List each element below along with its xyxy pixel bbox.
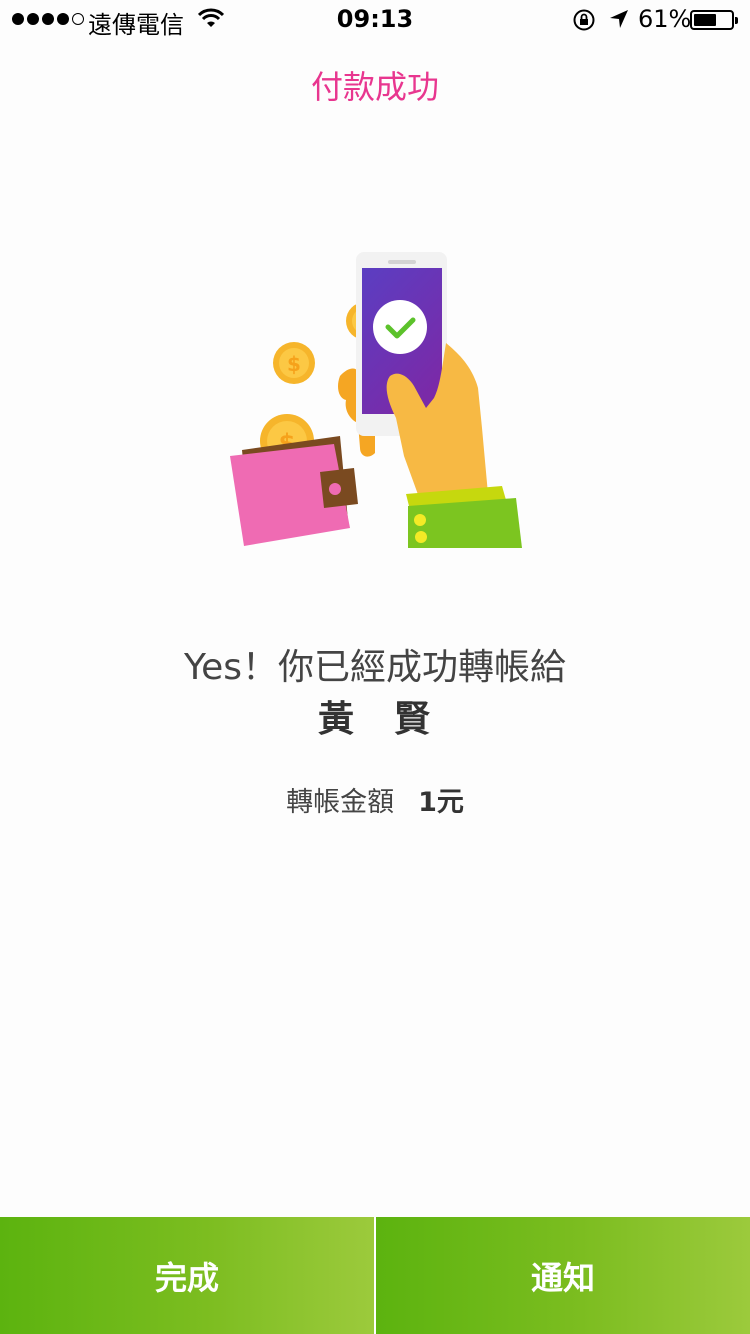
action-bar: 完成 通知 (0, 1217, 750, 1334)
amount-label: 轉帳金額 (286, 787, 395, 818)
coin-icon: $ (273, 342, 315, 384)
done-button[interactable]: 完成 (0, 1217, 374, 1334)
checkmark-icon (373, 300, 427, 354)
wallet-icon: $ (230, 414, 358, 546)
payment-success-illustration: $ $ $ (230, 252, 522, 548)
notify-button[interactable]: 通知 (374, 1217, 750, 1334)
battery-icon (690, 10, 738, 30)
recipient-name: 黃 賢 (317, 699, 432, 740)
rotation-lock-icon (573, 9, 595, 31)
battery-fill (694, 14, 716, 26)
status-bar: 遠傳電信 09:13 61% (0, 0, 750, 40)
page-title: 付款成功 (310, 68, 439, 106)
amount-row: 轉帳金額 1元 (0, 780, 750, 819)
success-headline: Yes！你已經成功轉帳給 (183, 647, 567, 688)
battery-percent: 61% (638, 5, 692, 33)
amount-value: 1元 (418, 787, 464, 818)
location-arrow-icon (610, 10, 628, 28)
svg-text:$: $ (287, 352, 301, 376)
